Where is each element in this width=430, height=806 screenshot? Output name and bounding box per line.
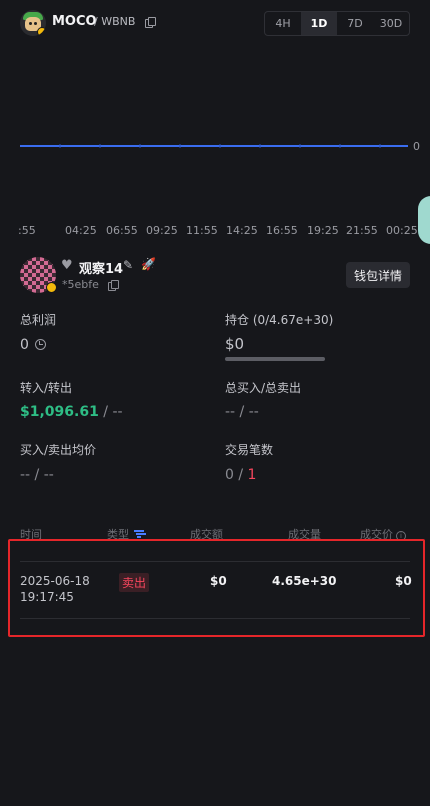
- holding-label: 持仓 (0/4.67e+30): [225, 313, 334, 327]
- wallet-id: *5ebfe: [62, 278, 99, 291]
- timeframe-1d[interactable]: 1D: [301, 12, 337, 35]
- avg-price-label: 买入/卖出均价: [20, 443, 97, 457]
- row-divider: [20, 618, 410, 619]
- token-logo: [20, 10, 46, 36]
- transfer-label: 转入/转出: [20, 381, 73, 395]
- timeframe-7d[interactable]: 7D: [337, 12, 373, 35]
- copy-id-icon[interactable]: [108, 280, 119, 291]
- x-tick-label: 09:25: [146, 224, 178, 237]
- trades-label: 交易笔数: [225, 443, 274, 457]
- holding-value: $0: [225, 335, 245, 353]
- total-profit-value: 0: [20, 337, 46, 353]
- row-volume: 4.65e+30: [272, 574, 337, 588]
- chart-canvas: 0 :55 04:25 06:55 09:25 11:55 14:25 16:55 19:25 2…: [18, 140, 420, 237]
- row-date: 2025-06-18: [20, 574, 90, 588]
- avg-price-value: -- / --: [20, 467, 54, 483]
- total-buy-sell-label: 总买入/总卖出: [225, 381, 302, 395]
- holding-progress-bar: [225, 357, 325, 361]
- copy-icon[interactable]: [145, 17, 156, 28]
- timeframe-30d[interactable]: 30D: [373, 12, 409, 35]
- x-tick-label: 11:55: [186, 224, 218, 237]
- wallet-details-button[interactable]: 钱包详情: [346, 262, 410, 288]
- timeframe-4h[interactable]: 4H: [265, 12, 301, 35]
- row-time: 19:17:45: [20, 590, 74, 604]
- sell-type-badge: 卖出: [119, 573, 150, 592]
- x-tick-label: 00:25: [386, 224, 418, 237]
- edit-icon[interactable]: ✎: [123, 258, 133, 272]
- x-tick-label: 06:55: [106, 224, 138, 237]
- row-divider: [20, 561, 410, 562]
- price-chart: 0 :55 04:25 06:55 09:25 11:55 14:25 16:55 19:25 2…: [0, 60, 430, 250]
- rocket-icon: 🚀: [141, 257, 156, 271]
- floating-action-bubble[interactable]: [418, 196, 430, 244]
- x-tick-label: 04:25: [65, 224, 97, 237]
- header: MOCO / WBNB 4H 1D 7D 30D: [0, 0, 430, 46]
- x-tick-label: :55: [18, 224, 36, 237]
- token-symbol: MOCO: [52, 14, 97, 29]
- filter-icon[interactable]: [134, 530, 144, 538]
- x-tick-label: 21:55: [346, 224, 378, 237]
- avatar-badge-icon: [46, 282, 57, 293]
- heart-icon[interactable]: ♥: [61, 258, 73, 273]
- timeframe-selector: 4H 1D 7D 30D: [264, 11, 410, 36]
- x-tick-label: 16:55: [266, 224, 298, 237]
- row-amount: $0: [210, 574, 227, 588]
- trades-value: 0 / 1: [225, 467, 257, 483]
- clock-icon[interactable]: [34, 339, 46, 350]
- row-price: $0: [395, 574, 412, 588]
- total-profit-label: 总利润: [20, 313, 57, 327]
- y-value-label: 0: [413, 140, 420, 153]
- highlight-box: [8, 539, 425, 637]
- x-tick-label: 14:25: [226, 224, 258, 237]
- x-tick-label: 19:25: [307, 224, 339, 237]
- pair-label: / WBNB: [94, 15, 136, 28]
- total-buy-sell-value: -- / --: [225, 404, 259, 420]
- wallet-name: 观察14: [79, 262, 124, 277]
- transfer-value: $1,096.61 / --: [20, 404, 123, 420]
